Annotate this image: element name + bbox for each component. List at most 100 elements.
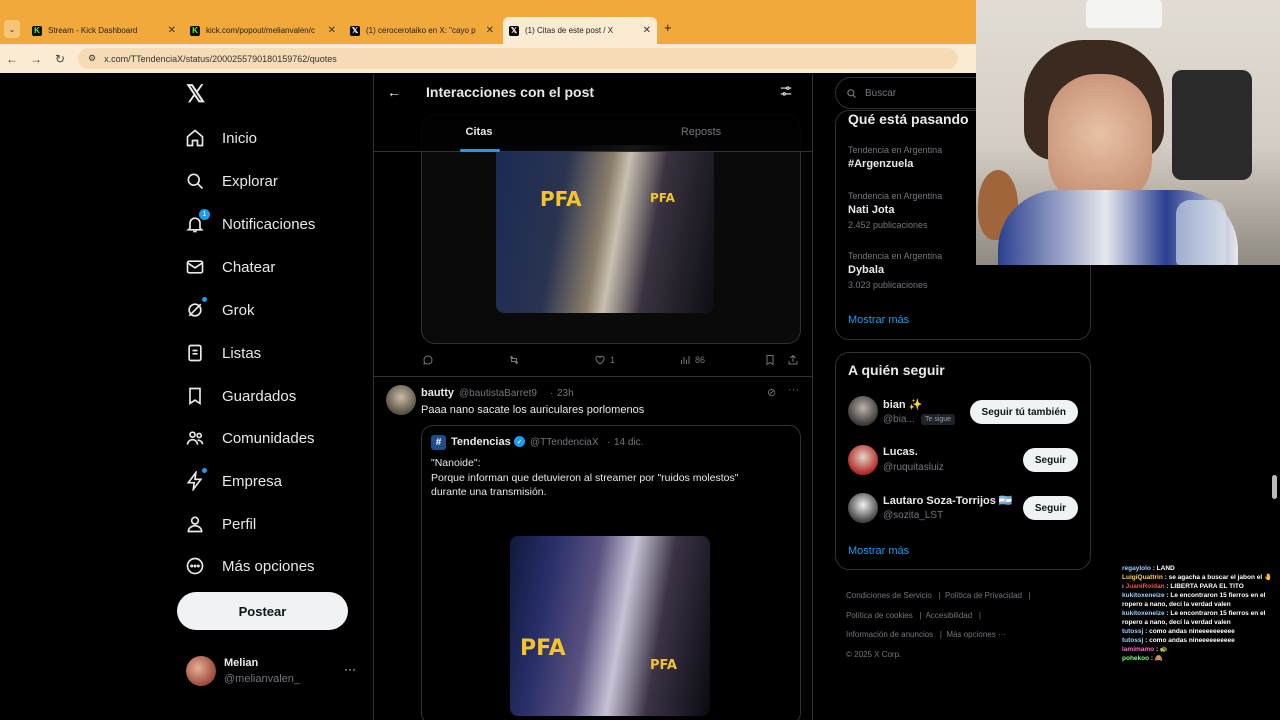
sidebar-item-guardados[interactable]: Guardados xyxy=(184,385,296,407)
footer-link[interactable]: Información de anuncios xyxy=(846,630,933,639)
footer-link[interactable]: Condiciones de Servicio xyxy=(846,591,932,600)
like-button[interactable]: 1 xyxy=(594,354,615,366)
filter-settings-icon[interactable] xyxy=(779,84,793,103)
site-settings-icon[interactable]: ⚙ xyxy=(88,53,96,64)
quoted-author: Tendencias xyxy=(451,436,511,448)
post-button[interactable]: Postear xyxy=(177,592,348,630)
trend-item[interactable]: Tendencia en Argentina #Argenzuela xyxy=(848,145,942,170)
webcam-person-face xyxy=(1048,74,1152,208)
photo-text: PFA xyxy=(650,191,675,205)
avatar[interactable] xyxy=(386,385,416,415)
browser-tab[interactable]: 𝕏 (1) cerocerotaiko en X: "cayo p ✕ xyxy=(344,17,500,44)
footer-link[interactable]: Política de Privacidad xyxy=(945,591,1022,600)
trend-item[interactable]: Tendencia en Argentina Nati Jota 2.452 p… xyxy=(848,191,942,230)
close-tab-icon[interactable]: ✕ xyxy=(328,25,336,36)
sidebar-nav: 𝕏 Inicio Explorar 1 Notificaciones Chate… xyxy=(176,74,372,720)
bookmark-button[interactable] xyxy=(764,354,776,366)
avatar[interactable] xyxy=(848,445,878,475)
stream-chat-overlay: regaylolo : LAND LuigiQuattrin : se agach… xyxy=(1122,564,1278,714)
trend-name: Dybala xyxy=(848,264,885,276)
more-icon[interactable]: ··· xyxy=(788,384,799,396)
show-more-link[interactable]: Mostrar más xyxy=(848,545,909,557)
avatar[interactable] xyxy=(848,493,878,523)
close-tab-icon[interactable]: ✕ xyxy=(486,25,494,36)
post-time[interactable]: 23h xyxy=(557,388,574,399)
browser-tab[interactable]: K kick.com/popout/melianvalen/c ✕ xyxy=(184,17,342,44)
footer-link[interactable]: Accesibilidad xyxy=(925,611,972,620)
back-arrow-icon[interactable]: ← xyxy=(0,52,24,66)
webcam-overlay xyxy=(976,0,1280,265)
scrollbar-thumb[interactable] xyxy=(1272,475,1277,499)
follow-name[interactable]: Lautaro Soza-Torrijos 🇦🇷 xyxy=(883,494,1013,507)
follow-name[interactable]: bian ✨ xyxy=(883,398,922,411)
account-switcher[interactable]: Melian @melianvalen_ ··· xyxy=(184,654,370,690)
x-icon: 𝕏 xyxy=(509,25,519,36)
follow-back-button[interactable]: Seguir tú también xyxy=(969,400,1078,424)
trend-item[interactable]: Tendencia en Argentina Dybala 3.023 publ… xyxy=(848,251,942,290)
chat-text: : 🐢 xyxy=(1154,646,1169,653)
more-icon[interactable]: ··· xyxy=(344,662,356,676)
grok-icon[interactable]: ⊘ xyxy=(767,386,776,399)
sidebar-item-explorar[interactable]: Explorar xyxy=(184,170,278,192)
post-handle[interactable]: @bautistaBarret9 xyxy=(459,388,537,399)
photo-text: PFA xyxy=(540,187,582,211)
x-logo-icon[interactable]: 𝕏 xyxy=(186,80,205,109)
trends-title: Qué está pasando xyxy=(848,111,969,127)
notification-badge: 1 xyxy=(199,209,210,220)
reload-icon[interactable]: ↻ xyxy=(48,52,72,66)
trend-category: Tendencia en Argentina xyxy=(848,251,943,261)
bookmark-icon xyxy=(184,385,206,407)
back-arrow-icon[interactable]: ← xyxy=(387,84,401,100)
post-author[interactable]: bautty xyxy=(421,387,454,399)
reply-button[interactable] xyxy=(422,354,434,366)
tab-title: kick.com/popout/melianvalen/c xyxy=(206,26,315,35)
sidebar-item-chatear[interactable]: Chatear xyxy=(184,256,275,278)
close-tab-icon[interactable]: ✕ xyxy=(643,25,651,36)
sidebar-item-inicio[interactable]: Inicio xyxy=(184,127,257,149)
tab-citas[interactable]: Citas xyxy=(374,116,584,152)
person-icon xyxy=(184,513,206,535)
home-icon xyxy=(184,127,206,149)
grok-icon xyxy=(184,297,207,321)
photo-text: PFA xyxy=(520,636,566,661)
footer-link[interactable]: Política de cookies xyxy=(846,611,913,620)
webcam-chair xyxy=(1172,70,1252,180)
forward-arrow-icon[interactable]: → xyxy=(24,52,48,66)
follow-button[interactable]: Seguir xyxy=(1022,448,1078,472)
follow-name[interactable]: Lucas. xyxy=(883,446,918,458)
sidebar-item-listas[interactable]: Listas xyxy=(184,342,261,364)
sidebar-item-grok[interactable]: Grok xyxy=(184,297,255,321)
follow-button[interactable]: Seguir xyxy=(1022,496,1078,520)
sidebar-item-mas-opciones[interactable]: Más opciones xyxy=(184,555,315,577)
footer-link[interactable]: Más opciones ··· xyxy=(946,630,1006,639)
sidebar-item-label: Listas xyxy=(222,344,262,362)
chat-username: kukitoxeneize xyxy=(1122,592,1165,599)
like-count: 1 xyxy=(610,355,616,365)
tab-list-dropdown[interactable]: ⌄ xyxy=(4,20,20,38)
photo-image[interactable]: PFA PFA xyxy=(510,536,710,716)
repost-button[interactable] xyxy=(508,354,520,366)
sidebar-item-notificaciones[interactable]: 1 Notificaciones xyxy=(184,209,315,235)
avatar[interactable] xyxy=(848,396,878,426)
show-more-link[interactable]: Mostrar más xyxy=(848,314,909,326)
quoted-post[interactable]: # Tendencias ✓ @TTendenciaX · 14 dic. "N… xyxy=(421,425,801,720)
share-button[interactable] xyxy=(787,354,799,366)
quoted-text-line: Porque informan que detuvieron al stream… xyxy=(431,471,739,484)
sidebar-item-comunidades[interactable]: Comunidades xyxy=(184,427,315,449)
trend-category: Tendencia en Argentina xyxy=(848,145,943,155)
url-field[interactable]: ⚙ x.com/TTendenciaX/status/2000255790180… xyxy=(78,48,958,69)
new-tab-button[interactable]: + xyxy=(664,20,672,35)
quoted-text-line: "Nanoide": xyxy=(431,457,481,469)
footer-separator: | xyxy=(1026,591,1031,600)
post[interactable]: bautty @bautistaBarret9 · 23h ⊘ ··· Paaa… xyxy=(374,377,812,720)
sidebar-item-empresa[interactable]: Empresa xyxy=(184,468,282,492)
tab-reposts[interactable]: Reposts xyxy=(596,116,806,152)
browser-tab[interactable]: K Stream - Kick Dashboard ✕ xyxy=(26,17,182,44)
chat-message: pohekoo : 🙈 xyxy=(1122,654,1278,663)
sidebar-item-perfil[interactable]: Perfil xyxy=(184,513,256,535)
views-button[interactable]: 86 xyxy=(679,354,705,366)
close-tab-icon[interactable]: ✕ xyxy=(168,25,176,36)
sidebar-item-label: Inicio xyxy=(222,129,258,147)
browser-tab-active[interactable]: 𝕏 (1) Citas de este post / X ✕ xyxy=(503,17,657,44)
search-icon xyxy=(184,170,206,192)
